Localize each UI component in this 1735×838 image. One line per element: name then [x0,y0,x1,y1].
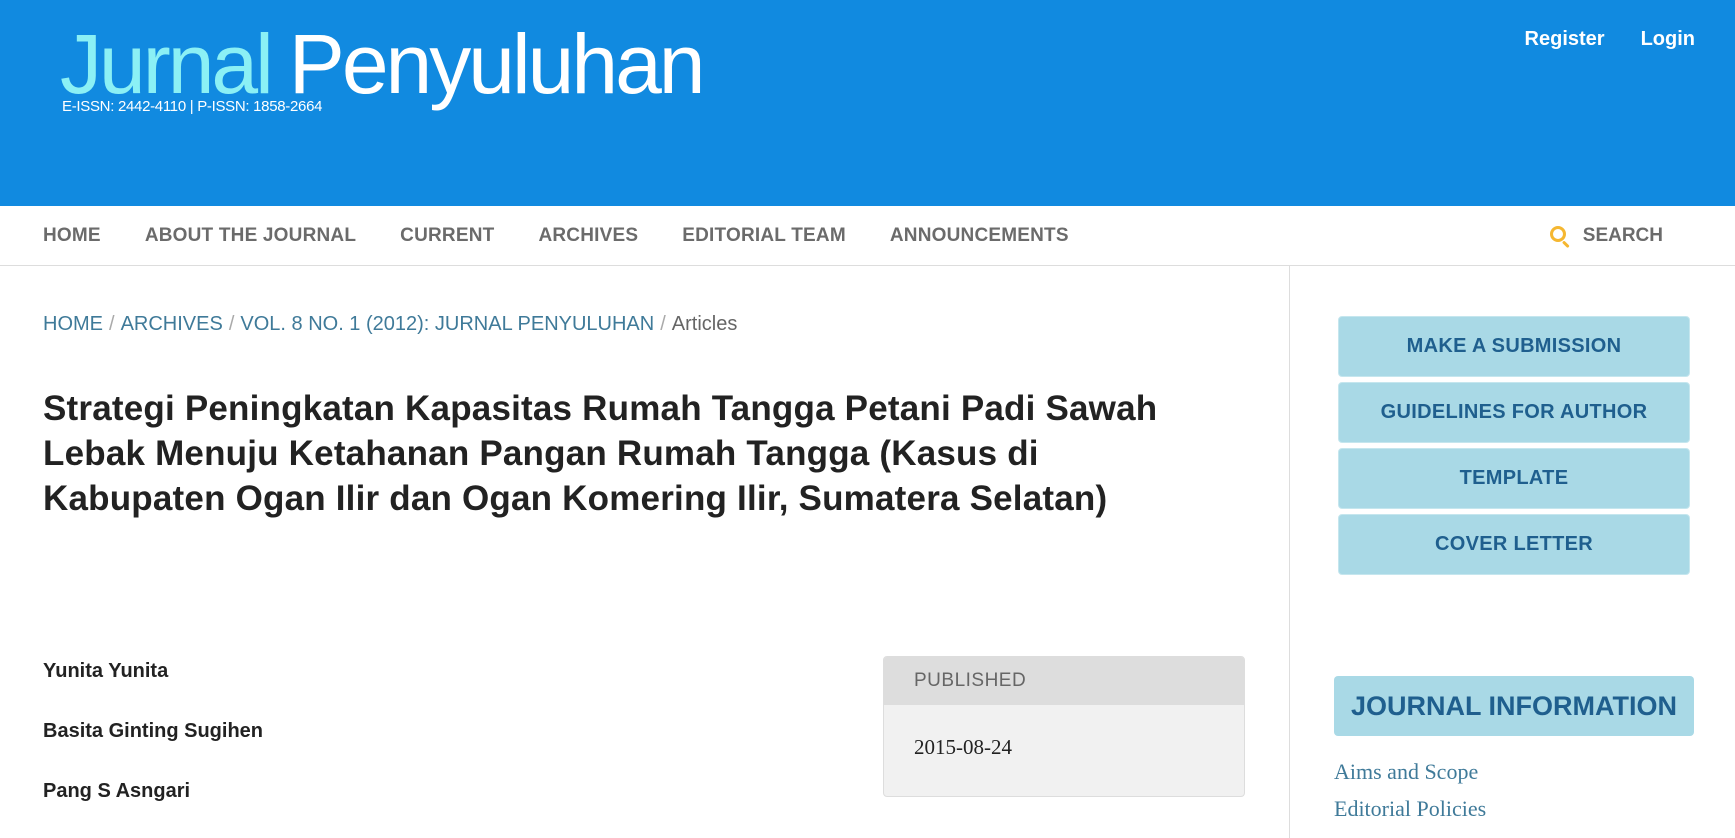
nav-link-editorial-team[interactable]: EDITORIAL TEAM [682,225,846,246]
primary-nav: HOME ABOUT THE JOURNAL CURRENT ARCHIVES … [0,206,1735,266]
nav-item-editorial-team: EDITORIAL TEAM [682,225,846,247]
logo-word-penyuluhan: Penyuluhan [288,17,706,111]
make-submission-button[interactable]: MAKE A SUBMISSION [1338,316,1690,377]
nav-item-announcements: ANNOUNCEMENTS [890,225,1069,247]
nav-link-about[interactable]: ABOUT THE JOURNAL [145,225,356,246]
logo-issn: E-ISSN: 2442-4110 | P-ISSN: 1858-2664 [62,98,323,115]
breadcrumb-archives[interactable]: ARCHIVES [121,313,223,335]
nav-item-current: CURRENT [400,225,494,247]
breadcrumb-current: Articles [671,313,738,335]
login-link[interactable]: Login [1641,28,1695,51]
nav-item-about: ABOUT THE JOURNAL [145,225,356,247]
guidelines-for-author-button[interactable]: GUIDELINES FOR AUTHOR [1338,382,1690,443]
breadcrumb-separator: / [228,313,235,335]
breadcrumb-separator: / [109,313,115,335]
author-name: Yunita Yunita [43,660,169,682]
breadcrumb-home[interactable]: HOME [43,313,103,335]
main-content: HOME / ARCHIVES / VOL. 8 NO. 1 (2012): JURNA… [43,266,1245,838]
published-date: 2015-08-24 [914,735,1012,759]
author-list: Yunita Yunita Basita Ginting Sugihen Pan… [43,660,263,838]
published-panel: PUBLISHED 2015-08-24 [883,656,1245,797]
logo-word-jurnal: Jurnal [60,17,274,111]
author-name: Pang S Asngari [43,780,191,802]
breadcrumb-issue[interactable]: VOL. 8 NO. 1 (2012): JURNAL PENYULUHAN [240,313,654,335]
logo-title: Jurnal Penyuluhan [60,22,706,106]
nav-link-current[interactable]: CURRENT [400,225,494,246]
breadcrumb: HOME / ARCHIVES / VOL. 8 NO. 1 (2012): JURNA… [43,313,737,336]
register-link[interactable]: Register [1525,28,1605,51]
nav-link-announcements[interactable]: ANNOUNCEMENTS [890,225,1069,246]
template-button[interactable]: TEMPLATE [1338,448,1690,509]
nav-item-home: HOME [43,225,101,247]
sidebar: MAKE A SUBMISSION GUIDELINES FOR AUTHOR … [1290,266,1735,838]
breadcrumb-separator: / [660,313,666,335]
journal-info-links: Aims and Scope Editorial Policies [1334,759,1486,833]
article-title: Strategi Peningkatan Kapasitas Rumah Tan… [43,389,1158,518]
editorial-policies-link[interactable]: Editorial Policies [1334,796,1486,833]
site-header: Jurnal Penyuluhan E-ISSN: 2442-4110 | P-I… [0,0,1735,206]
aims-and-scope-link[interactable]: Aims and Scope [1334,759,1486,796]
nav-item-archives: ARCHIVES [538,225,638,247]
author-name: Basita Ginting Sugihen [43,720,264,742]
user-nav: Register Login [1525,28,1695,51]
nav-list: HOME ABOUT THE JOURNAL CURRENT ARCHIVES … [43,206,1069,266]
journal-information-heading: JOURNAL INFORMATION [1334,676,1694,736]
journal-logo[interactable]: Jurnal Penyuluhan E-ISSN: 2442-4110 | P-I… [60,22,706,115]
nav-link-archives[interactable]: ARCHIVES [538,225,638,246]
cover-letter-button[interactable]: COVER LETTER [1338,514,1690,575]
search-icon [1549,225,1571,249]
search-link[interactable]: SEARCH [1549,206,1663,266]
published-label: PUBLISHED [884,657,1244,705]
search-label: SEARCH [1582,225,1663,246]
nav-link-home[interactable]: HOME [43,225,101,246]
